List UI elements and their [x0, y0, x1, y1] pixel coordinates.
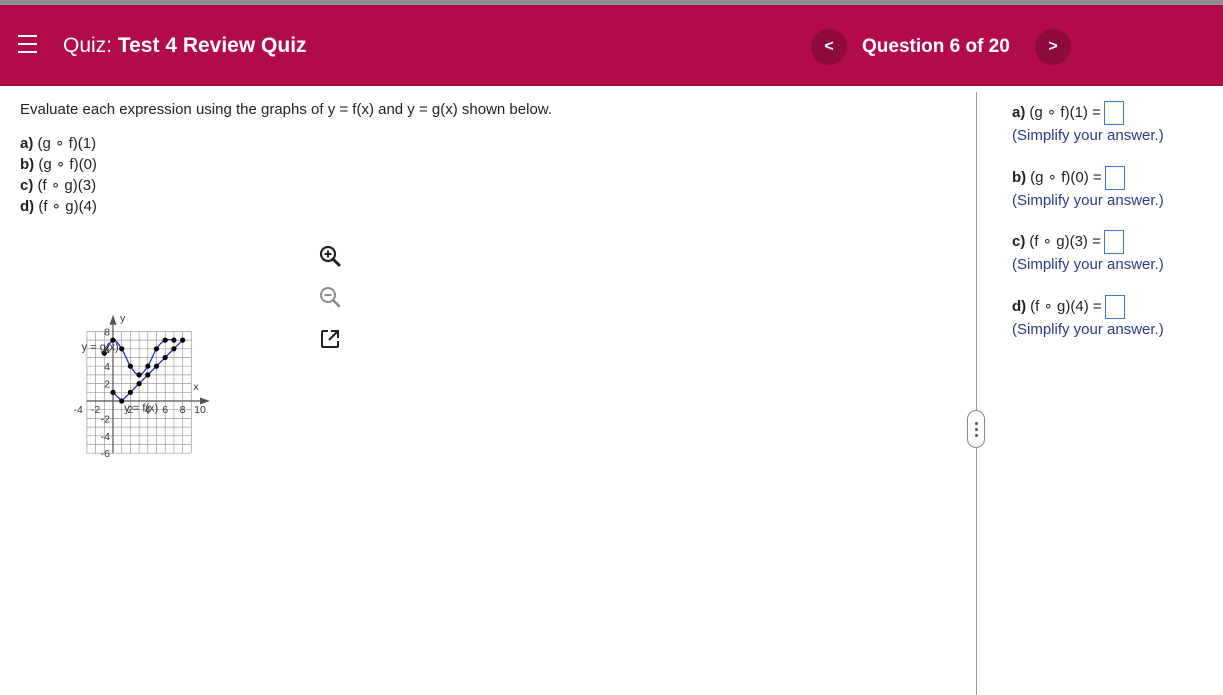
- part-item: b) (g ∘ f)(0): [20, 154, 960, 175]
- g-point: [136, 372, 142, 378]
- answer-hint: (Simplify your answer.): [1012, 191, 1164, 209]
- answer-hint: (Simplify your answer.): [1012, 127, 1164, 144]
- y-tick-label: 8: [104, 326, 110, 338]
- answer-item: b) (g ∘ f)(0) = (Simplify your answer.): [1012, 165, 1217, 230]
- part-expression: (f ∘ g)(3): [37, 177, 97, 194]
- zoom-in-icon[interactable]: [318, 244, 342, 268]
- part-label: b): [20, 156, 35, 173]
- chevron-left-icon: <: [824, 38, 834, 55]
- f-point: [162, 354, 168, 361]
- drag-handle-icon[interactable]: [967, 410, 985, 448]
- part-label: d): [20, 198, 35, 215]
- g-point: [119, 346, 125, 352]
- quiz-title-prefix: Quiz:: [63, 34, 113, 57]
- part-item: c) (f ∘ g)(3): [20, 175, 960, 196]
- answer-label: a): [1012, 104, 1026, 121]
- quiz-title-name: Test 4 Review Quiz: [117, 34, 307, 57]
- zoom-out-icon[interactable]: [318, 285, 342, 309]
- x-axis-label: x: [193, 381, 199, 393]
- f-point: [110, 389, 116, 395]
- y-axis-label: y: [120, 313, 126, 325]
- question-pane: Evaluate each expression using the graph…: [20, 100, 960, 217]
- graph-labels: -4 -2 2 4 6 8 108642-2-4-6xyy = g(x)y = f(x): [74, 313, 206, 461]
- g-curve-label: y = g(x): [82, 342, 119, 354]
- answer-expression: (f ∘ g)(4) =: [1030, 297, 1102, 315]
- part-item: d) (f ∘ g)(4): [20, 196, 960, 217]
- y-tick-label: -4: [101, 431, 110, 443]
- part-expression: (g ∘ f)(0): [38, 156, 97, 173]
- answer-input[interactable]: [1104, 294, 1125, 319]
- answer-expression: (f ∘ g)(3) =: [1029, 233, 1101, 250]
- part-expression: (g ∘ f)(1): [37, 135, 97, 152]
- previous-question-button[interactable]: <: [811, 29, 847, 65]
- f-point: [127, 389, 133, 395]
- g-point: [127, 363, 133, 369]
- x-tick-label: 6: [162, 404, 168, 416]
- pane-divider[interactable]: [976, 92, 977, 695]
- answer-label: b): [1012, 168, 1027, 186]
- x-tick-label: -2: [91, 404, 100, 416]
- answer-item: a) (g ∘ f)(1) = (Simplify your answer.): [1012, 100, 1217, 165]
- next-question-button[interactable]: >: [1035, 29, 1071, 65]
- part-expression: (f ∘ g)(4): [38, 198, 97, 215]
- answer-expression: (g ∘ f)(0) =: [1030, 168, 1102, 186]
- y-tick-label: 2: [104, 379, 110, 391]
- function-graph: -4 -2 2 4 6 8 108642-2-4-6xyy = g(x)y = f(x): [74, 313, 210, 461]
- f-point: [153, 363, 160, 369]
- part-label: c): [20, 177, 34, 194]
- part-item: a) (g ∘ f)(1): [20, 133, 960, 154]
- g-point: [153, 346, 160, 352]
- question-counter[interactable]: Question 6 of 20: [862, 35, 1010, 59]
- g-point: [145, 363, 151, 369]
- f-curve-label: y = f(x): [124, 402, 158, 414]
- f-point: [180, 337, 186, 343]
- answer-label: d): [1012, 297, 1027, 315]
- answer-hint: (Simplify your answer.): [1012, 320, 1164, 338]
- x-tick-label: -4: [74, 404, 83, 416]
- answer-input[interactable]: [1103, 230, 1124, 254]
- g-point: [162, 337, 168, 343]
- x-tick-label: 8: [180, 404, 186, 416]
- part-label: a): [20, 135, 34, 152]
- hamburger-menu-icon[interactable]: [18, 35, 37, 53]
- instructions: Evaluate each expression using the graph…: [20, 101, 552, 118]
- quiz-title: Quiz: Test 4 Review Quiz: [63, 33, 307, 59]
- answer-input[interactable]: [1104, 165, 1125, 190]
- answer-pane: a) (g ∘ f)(1) = (Simplify your answer.) …: [1012, 100, 1217, 358]
- f-point: [145, 372, 151, 378]
- popout-icon[interactable]: [318, 327, 342, 351]
- answer-item: d) (f ∘ g)(4) = (Simplify your answer.): [1012, 294, 1217, 359]
- g-point: [171, 337, 177, 343]
- answer-hint: (Simplify your answer.): [1012, 256, 1164, 273]
- answer-input[interactable]: [1103, 101, 1124, 125]
- y-tick-label: -2: [101, 413, 110, 425]
- quiz-header: Quiz: Test 4 Review Quiz < Question 6 of…: [0, 5, 1223, 86]
- answer-label: c): [1012, 233, 1026, 250]
- x-tick-label: 10: [194, 404, 206, 416]
- y-tick-label: -6: [101, 448, 110, 460]
- f-point: [171, 346, 177, 352]
- answer-expression: (g ∘ f)(1) =: [1029, 104, 1101, 121]
- chevron-right-icon: >: [1048, 38, 1058, 55]
- parts-list: a) (g ∘ f)(1) b) (g ∘ f)(0) c) (f ∘ g)(3…: [20, 133, 960, 217]
- f-point: [136, 381, 142, 387]
- answer-item: c) (f ∘ g)(3) = (Simplify your answer.): [1012, 229, 1217, 294]
- y-tick-label: 4: [104, 361, 110, 373]
- y-axis-arrow: [109, 314, 117, 325]
